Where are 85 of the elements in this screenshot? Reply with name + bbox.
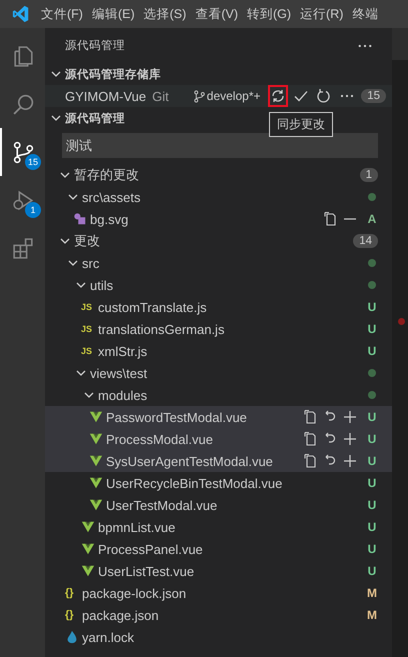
vue-file-icon: [89, 454, 103, 468]
file-label[interactable]: ProcessPanel.vue: [98, 542, 203, 556]
folder-label[interactable]: views\test: [90, 366, 148, 380]
branch-icon: [192, 90, 206, 102]
status-letter: U: [366, 300, 378, 314]
branch-label[interactable]: develop*+: [206, 89, 260, 103]
vue-file-icon: [89, 498, 103, 512]
menu-item[interactable]: 终端: [352, 6, 378, 22]
file-label[interactable]: bpmnList.vue: [98, 520, 176, 534]
file-label[interactable]: package-lock.json: [82, 586, 186, 600]
vue-file-icon: [81, 520, 95, 534]
plus-icon[interactable]: [342, 453, 358, 469]
open-file-icon[interactable]: [302, 431, 318, 447]
file-label[interactable]: yarn.lock: [82, 630, 134, 644]
file-label[interactable]: UserRecycleBinTestModal.vue: [106, 476, 282, 490]
file-label[interactable]: customTranslate.js: [98, 300, 207, 314]
js-file-icon: JS: [81, 324, 97, 334]
group-label[interactable]: 更改: [74, 232, 100, 250]
vue-file-icon: [89, 410, 103, 424]
file-label[interactable]: UserTestModal.vue: [106, 498, 218, 512]
js-file-icon: JS: [81, 302, 97, 312]
status-letter: U: [366, 322, 378, 336]
vue-file-icon: [89, 432, 103, 446]
commit-message-field[interactable]: 测试: [62, 133, 378, 158]
file-label[interactable]: UserListTest.vue: [98, 564, 194, 578]
status-letter: U: [366, 542, 378, 556]
folder-label[interactable]: modules: [98, 388, 148, 402]
js-file-icon: JS: [81, 346, 97, 356]
change-count: 15: [361, 89, 386, 103]
folder-label[interactable]: src: [82, 256, 100, 270]
status-letter: U: [366, 520, 378, 534]
source-control-icon[interactable]: [11, 140, 36, 164]
section-header[interactable]: 源代码管理存储库: [65, 66, 161, 82]
status-letter: U: [366, 410, 378, 424]
vue-file-icon: [81, 542, 95, 556]
json-file-icon: {}: [65, 587, 81, 599]
activity-badge: 1: [25, 202, 41, 218]
menu-item[interactable]: 运行(R): [300, 6, 344, 22]
open-file-icon[interactable]: [322, 211, 338, 227]
json-file-icon: {}: [65, 609, 81, 621]
file-label[interactable]: package.json: [82, 608, 159, 622]
file-label[interactable]: translationsGerman.js: [98, 322, 224, 336]
menu-item[interactable]: 选择(S): [144, 6, 186, 22]
status-letter: U: [366, 454, 378, 468]
file-label[interactable]: SysUserAgentTestModal.vue: [106, 454, 273, 468]
status-letter: U: [366, 564, 378, 578]
status-letter: U: [366, 344, 378, 358]
status-letter: M: [366, 608, 378, 622]
menu-item[interactable]: 文件(F): [41, 6, 83, 22]
vue-file-icon: [89, 476, 103, 490]
repository-name: GYIMOM-Vue: [65, 88, 146, 104]
group-count: 1: [360, 168, 378, 182]
plus-icon[interactable]: [342, 409, 358, 425]
menu-item[interactable]: 转到(G): [246, 6, 292, 22]
folder-label[interactable]: utils: [90, 278, 114, 292]
menu-item[interactable]: 查看(V): [195, 6, 238, 22]
open-file-icon[interactable]: [302, 453, 318, 469]
app-logo-icon: [12, 5, 30, 23]
status-letter: U: [366, 498, 378, 512]
plus-icon[interactable]: [342, 431, 358, 447]
group-label[interactable]: 暂存的更改: [74, 166, 139, 184]
file-label[interactable]: PasswordTestModal.vue: [106, 410, 247, 424]
error-dot: [398, 318, 405, 325]
file-label[interactable]: ProcessModal.vue: [106, 432, 213, 446]
folder-label[interactable]: src\assets: [82, 190, 141, 204]
status-letter: U: [366, 432, 378, 446]
yarn-file-icon: [65, 630, 79, 644]
activity-badge: 15: [25, 154, 41, 170]
status-letter: U: [366, 476, 378, 490]
file-label[interactable]: xmlStr.js: [98, 344, 148, 358]
status-letter: M: [366, 586, 378, 600]
open-file-icon[interactable]: [302, 409, 318, 425]
section-header[interactable]: 源代码管理: [65, 110, 125, 126]
more-icon[interactable]: [358, 44, 372, 48]
provider-label: Git: [152, 88, 169, 104]
tooltip: 同步更改: [269, 112, 333, 137]
vue-file-icon: [81, 564, 95, 578]
menu-item[interactable]: 编辑(E): [92, 6, 135, 22]
group-count: 14: [353, 234, 378, 248]
sidebar-title: 源代码管理: [65, 38, 125, 53]
file-label[interactable]: bg.svg: [90, 212, 128, 226]
image-file-icon: [73, 212, 87, 226]
activity-tab[interactable]: 1: [0, 176, 45, 224]
status-letter: A: [366, 212, 378, 226]
repository-row[interactable]: GYIMOM-Vue Git develop*+ 15: [45, 85, 392, 107]
